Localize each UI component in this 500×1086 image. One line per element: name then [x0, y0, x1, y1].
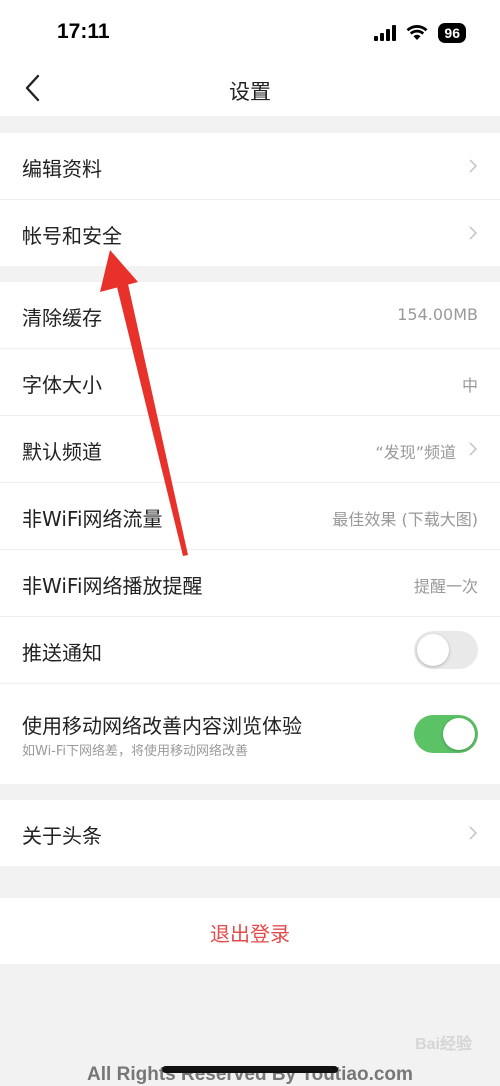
- row-sublabel: 如Wi-Fi下网络差，将使用移动网络改善: [22, 744, 249, 759]
- row-edit-profile[interactable]: 编辑资料: [0, 133, 500, 200]
- row-label: 推送通知: [22, 641, 102, 665]
- row-label: 使用移动网络改善内容浏览体验: [22, 714, 302, 738]
- mobile-network-improve-toggle[interactable]: [414, 715, 478, 753]
- signal-icon: [374, 25, 397, 41]
- play-reminder-value: 提醒一次: [413, 577, 478, 596]
- logout-label: 退出登录: [210, 922, 290, 946]
- settings-group-about: 关于头条: [0, 800, 500, 866]
- settings-group-general: 清除缓存 154.00MB 字体大小 中 默认频道 “发现”频道 非WiFi网络…: [0, 282, 500, 784]
- row-clear-cache[interactable]: 清除缓存 154.00MB: [0, 282, 500, 349]
- battery-icon: 96: [438, 23, 466, 43]
- baidu-jingyan-watermark: Bai经验: [415, 1036, 472, 1053]
- chevron-right-icon: [469, 226, 478, 240]
- row-font-size[interactable]: 字体大小 中: [0, 349, 500, 416]
- row-non-wifi-traffic[interactable]: 非WiFi网络流量 最佳效果 (下载大图): [0, 483, 500, 550]
- row-label: 字体大小: [22, 373, 102, 397]
- row-label: 编辑资料: [22, 157, 102, 181]
- wifi-icon: [406, 25, 428, 40]
- status-time: 17:11: [57, 20, 110, 43]
- row-about-toutiao[interactable]: 关于头条: [0, 800, 500, 866]
- row-label: 帐号和安全: [22, 224, 122, 248]
- font-size-value: 中: [461, 376, 478, 395]
- row-label: 非WiFi网络流量: [22, 507, 163, 531]
- page-title: 设置: [229, 80, 271, 104]
- row-account-security[interactable]: 帐号和安全: [0, 200, 500, 266]
- row-label: 关于头条: [22, 824, 102, 848]
- chevron-right-icon: [469, 159, 478, 173]
- row-default-channel[interactable]: 默认频道 “发现”频道: [0, 416, 500, 483]
- row-non-wifi-play-reminder[interactable]: 非WiFi网络播放提醒 提醒一次: [0, 550, 500, 617]
- non-wifi-traffic-value: 最佳效果 (下载大图): [332, 510, 478, 529]
- settings-group-account: 编辑资料 帐号和安全: [0, 133, 500, 266]
- push-notification-toggle[interactable]: [414, 631, 478, 669]
- chevron-right-icon: [469, 826, 478, 840]
- status-bar: 17:11 96: [0, 0, 500, 62]
- status-icons: 96: [374, 22, 466, 44]
- row-push-notification: 推送通知: [0, 617, 500, 684]
- logout-button[interactable]: 退出登录: [0, 898, 500, 964]
- toggle-knob: [417, 634, 449, 666]
- row-label: 清除缓存: [22, 306, 102, 330]
- home-indicator[interactable]: [162, 1066, 338, 1073]
- nav-bar: 设置: [0, 62, 500, 116]
- cache-size-value: 154.00MB: [397, 305, 478, 324]
- row-label: 非WiFi网络播放提醒: [22, 574, 203, 598]
- default-channel-value: “发现”频道: [375, 443, 456, 462]
- toggle-knob: [443, 718, 475, 750]
- row-mobile-network-improve: 使用移动网络改善内容浏览体验 如Wi-Fi下网络差，将使用移动网络改善: [0, 684, 500, 784]
- row-label: 默认频道: [22, 440, 102, 464]
- chevron-right-icon: [469, 442, 478, 456]
